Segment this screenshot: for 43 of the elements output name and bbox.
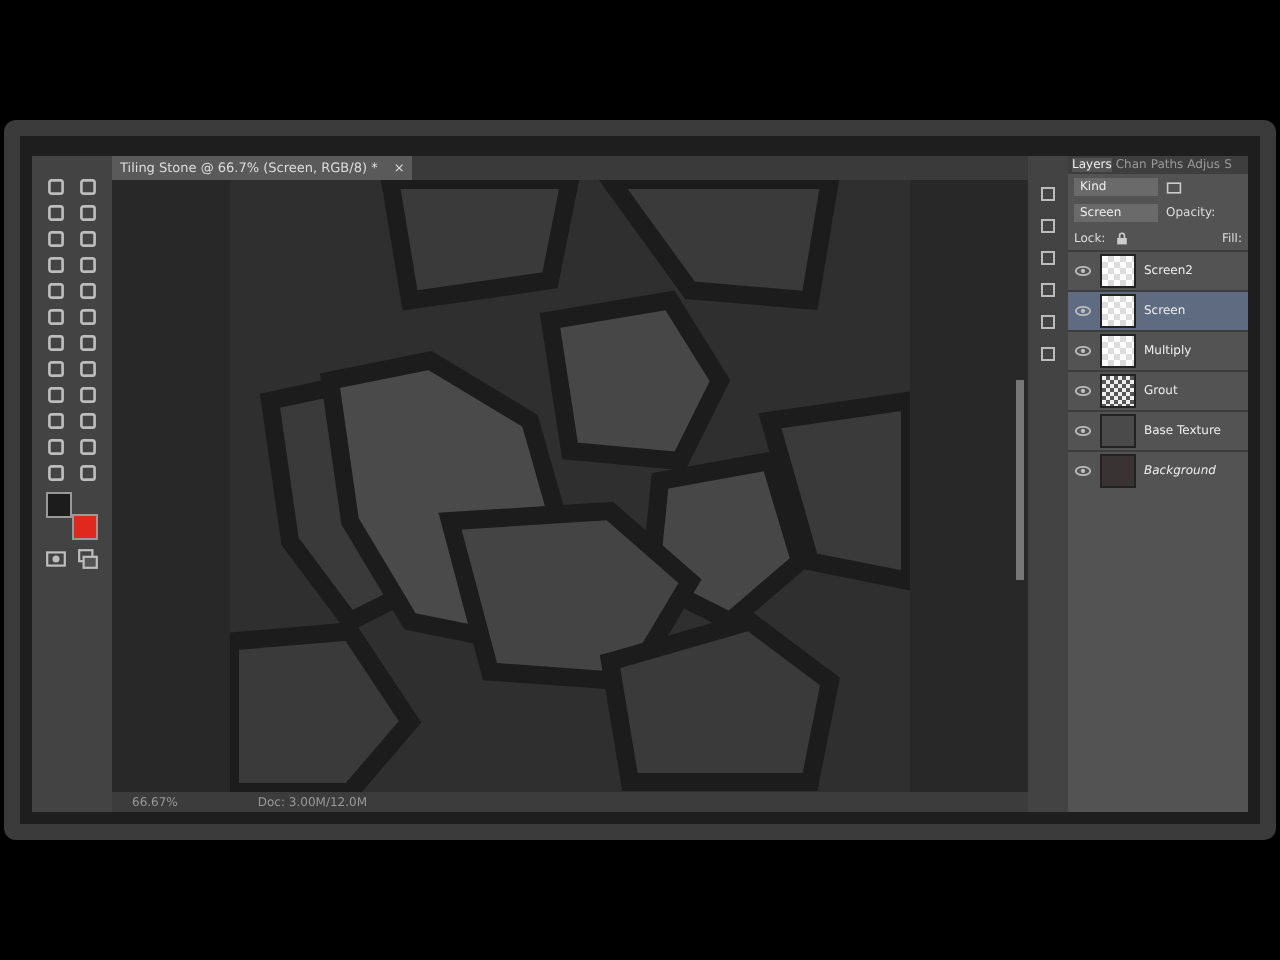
eye-icon[interactable] [1074,462,1092,480]
background-color-swatch[interactable] [72,514,98,540]
tool-icon[interactable] [44,436,68,458]
tool-icon[interactable] [44,254,68,276]
tool-icon[interactable] [44,332,68,354]
scrollbar[interactable] [1016,380,1024,580]
tool-icon[interactable] [76,332,100,354]
tool-icon[interactable] [44,202,68,224]
tool-icon[interactable] [44,358,68,380]
tool-icon[interactable] [44,228,68,250]
layer-thumbnail [1100,414,1136,448]
layer-thumbnail [1100,294,1136,328]
eye-icon[interactable] [1074,262,1092,280]
tool-icon[interactable] [76,358,100,380]
layer-thumbnail [1100,254,1136,288]
foreground-color-swatch[interactable] [46,492,72,518]
eye-icon[interactable] [1074,422,1092,440]
tool-icon[interactable] [76,436,100,458]
eye-icon[interactable] [1074,382,1092,400]
lock-icon[interactable] [1113,230,1130,246]
tool-icon[interactable] [44,462,68,484]
tool-icon[interactable] [44,176,68,198]
tool-icon[interactable] [76,384,100,406]
layer-thumbnail [1100,454,1136,488]
tool-icon[interactable] [76,280,100,302]
quick-mask-icon[interactable] [44,548,68,570]
tool-icon[interactable] [76,410,100,432]
layer-thumbnail [1100,374,1136,408]
eye-icon[interactable] [1074,342,1092,360]
tool-icon[interactable] [76,228,100,250]
tool-icon[interactable] [44,384,68,406]
tool-icon[interactable] [76,306,100,328]
eye-icon[interactable] [1074,302,1092,320]
tool-icon[interactable] [76,202,100,224]
tool-icon[interactable] [76,254,100,276]
tool-icon[interactable] [44,306,68,328]
image-filter-icon[interactable] [1166,179,1182,195]
layer-thumbnail [1100,334,1136,368]
tool-icon[interactable] [44,410,68,432]
tool-icon[interactable] [44,280,68,302]
tool-icon[interactable] [76,462,100,484]
screen-mode-icon[interactable] [76,548,100,570]
tool-icon[interactable] [76,176,100,198]
